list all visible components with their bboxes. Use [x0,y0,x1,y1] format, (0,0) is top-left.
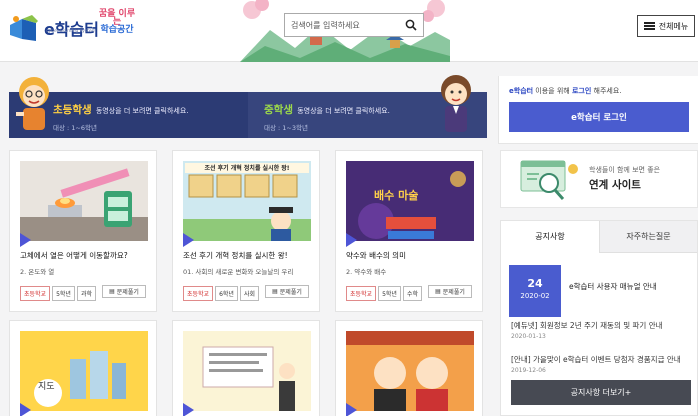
search-input[interactable] [291,20,401,30]
quiz-label: 문제풀기 [279,289,302,296]
quiz-icon: ▤ [272,288,278,295]
all-menu-button[interactable]: 전체메뉴 [637,15,695,37]
notice-item-title: [예듀넷] 회원정보 2년 주기 재동의 및 파기 안내 [511,321,663,330]
notice-day: 24 [527,277,543,290]
login-panel: e학습터 이용을 위해 로그인 해주세요. e학습터 로그인 [498,76,698,144]
featured-notice-title: e학습터 사용자 매뉴얼 안내 [569,282,657,291]
login-msg-post: 해주세요. [591,87,622,95]
logo-subtitle: cyber learning system [46,29,97,34]
video-tags: 초등학교 5학년 과학 [20,286,96,301]
tab-notice[interactable]: 공지사항 [501,221,599,253]
play-icon [346,233,357,247]
all-menu-label: 전체메뉴 [658,21,689,31]
tag-grade: 5학년 [52,286,75,301]
video-title[interactable]: 조선 후기 개혁 정치를 실시한 왕! [183,250,313,261]
video-tags: 초등학교 5학년 수학 [346,286,422,301]
search-icon[interactable] [405,19,417,31]
middle-banner-title: 중학생 동영상을 더 보려면 클릭하세요. [264,102,390,117]
quiz-label: 문제풀기 [116,289,139,296]
notice-item[interactable]: [안내] 가을맞이 e학습터 이벤트 당첨자 경품지급 안내 2019-12-0… [511,354,695,374]
related-sites-icon [520,160,578,200]
thumbnail-caption: 배수 마술 [374,189,419,202]
notice-item-date: 2020-01-13 [511,333,546,340]
notice-item-date: 2019-12-06 [511,367,546,374]
related-sites-subtitle: 학생들이 함께 보면 좋은 [589,166,661,174]
tag-subject: 사회 [239,286,259,301]
tag-subject: 과학 [76,286,96,301]
logo-icon [10,15,38,41]
login-msg-brand: e학습터 [509,87,534,95]
site-header: e학습터 cyber learning system 꿈을 이루는 학습공간 전… [0,0,698,62]
video-thumbnail[interactable] [20,331,148,411]
video-thumbnail[interactable] [20,161,148,241]
notice-panel: 공지사항 자주하는질문 24 2020-02 e학습터 사용자 매뉴얼 안내 [… [500,220,698,416]
tag-school: 초등학교 [346,286,377,301]
search-bar [284,13,424,37]
notice-item[interactable]: [예듀넷] 회원정보 2년 주기 재동의 및 파기 안내 2020-01-13 [511,320,695,340]
video-card[interactable] [172,320,320,416]
notice-year-month: 2020-02 [520,292,550,300]
quiz-button[interactable]: ▤ 문제풀기 [265,285,309,298]
middle-rest: 동영상을 더 보려면 클릭하세요. [294,107,390,115]
middle-school-student-illustration [441,75,471,132]
video-card[interactable]: 조선 후기 개혁 정치를 실시한 왕! 조선 후기 개혁 정치를 실시한 왕! … [172,150,320,312]
login-msg-mid: 이용을 위해 [533,87,572,95]
elementary-highlight: 초등학생 [53,104,92,116]
quiz-button[interactable]: ▤ 문제풀기 [428,285,472,298]
quiz-label: 문제풀기 [442,289,465,296]
video-card[interactable]: 지도 [9,320,157,416]
play-icon [346,403,357,416]
video-card[interactable]: 배수 마술 약수와 배수의 의미 2. 약수와 배수 초등학교 5학년 수학 ▤… [335,150,483,312]
tag-school: 초등학교 [20,286,51,301]
tab-faq[interactable]: 자주하는질문 [599,221,697,253]
video-card[interactable] [335,320,483,416]
login-message: e학습터 이용을 위해 로그인 해주세요. [509,86,622,96]
featured-notice[interactable]: 24 2020-02 e학습터 사용자 매뉴얼 안내 [509,265,695,317]
video-thumbnail[interactable] [183,331,311,411]
related-sites-banner[interactable]: 학생들이 함께 보면 좋은 연계 사이트 [500,150,698,208]
login-msg-link[interactable]: 로그인 [572,87,591,95]
video-unit: 2. 약수와 배수 [346,268,387,276]
tag-school: 초등학교 [183,286,214,301]
quiz-icon: ▤ [435,288,441,295]
elementary-rest: 동영상을 더 보려면 클릭하세요. [93,107,189,115]
slogan: 꿈을 이루는 학습공간 [97,10,137,35]
grade-banner: 초등학생 동영상을 더 보려면 클릭하세요. 대상 : 1~6학년 중학생 동영… [9,92,487,138]
video-unit: 01. 사회의 새로운 변화와 오늘날의 우리 [183,268,294,276]
elementary-target: 대상 : 1~6학년 [53,124,97,132]
related-sites-title: 연계 사이트 [589,179,641,191]
notice-date-box: 24 2020-02 [509,265,561,317]
tag-grade: 5학년 [378,286,401,301]
quiz-icon: ▤ [109,288,115,295]
hamburger-icon [643,22,655,30]
logo-text: e학습터 [44,20,100,39]
middle-target: 대상 : 1~3학년 [264,124,308,132]
middle-highlight: 중학생 [264,104,293,116]
video-thumbnail[interactable] [183,161,311,241]
play-icon [20,403,31,416]
video-title[interactable]: 고체에서 열은 어떻게 이동할까요? [20,250,150,261]
notice-item-title: [안내] 가을맞이 e학습터 이벤트 당첨자 경품지급 안내 [511,355,681,364]
quiz-button[interactable]: ▤ 문제풀기 [102,285,146,298]
notice-tabs: 공지사항 자주하는질문 [501,221,697,253]
elementary-student-illustration [16,77,49,130]
elementary-banner-title: 초등학생 동영상을 더 보려면 클릭하세요. [53,102,189,117]
slogan-line2: 학습공간 [100,25,134,35]
thumbnail-caption: 조선 후기 개혁 정치를 실시한 왕! [185,163,309,173]
video-thumbnail[interactable] [346,331,474,411]
login-button[interactable]: e학습터 로그인 [509,102,689,132]
tag-subject: 수학 [402,286,422,301]
video-unit: 2. 온도와 열 [20,268,55,276]
play-icon [183,403,194,416]
video-card[interactable]: 고체에서 열은 어떻게 이동할까요? 2. 온도와 열 초등학교 5학년 과학 … [9,150,157,312]
play-icon [20,233,31,247]
video-tags: 초등학교 6학년 사회 [183,286,259,301]
play-icon [183,233,194,247]
thumbnail-caption: 지도 [38,382,55,392]
video-title[interactable]: 약수와 배수의 의미 [346,250,476,261]
tag-grade: 6학년 [215,286,238,301]
notice-more-button[interactable]: 공지사항 더보기+ [511,380,691,405]
